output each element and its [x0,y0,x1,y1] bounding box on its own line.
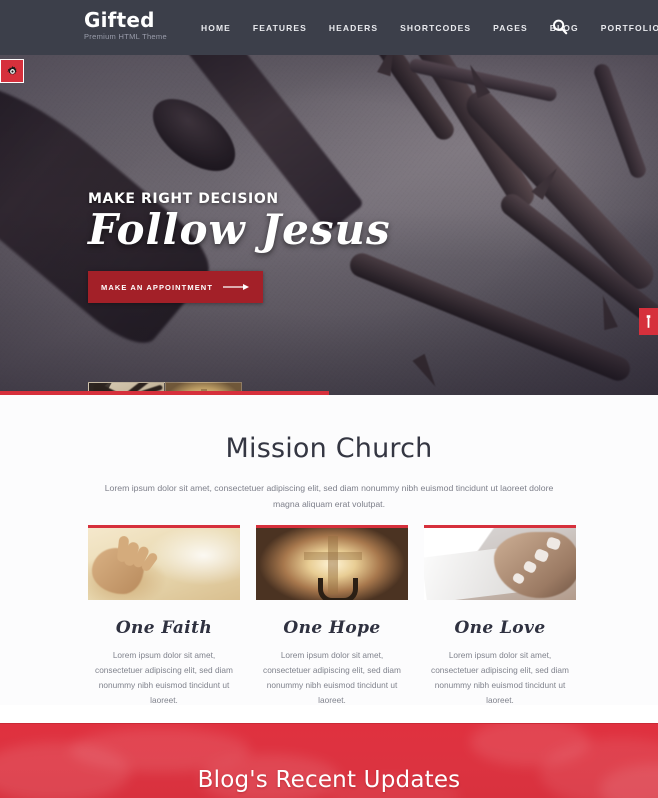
feature-card-title: One Hope [283,618,381,638]
feature-card-title: One Love [454,618,546,638]
reaching-hands-image [88,525,240,600]
nav-item-portfolio[interactable]: PORTFOLIO [590,23,658,33]
hero-caption: MAKE RIGHT DECISION Follow Jesus MAKE AN… [88,191,391,303]
make-appointment-button[interactable]: MAKE AN APPOINTMENT [88,271,264,303]
feature-card-text: Lorem ipsum dolor sit amet, consectetuer… [431,650,569,705]
cart-icon [646,315,651,328]
hero-slider[interactable]: MAKE RIGHT DECISION Follow Jesus MAKE AN… [0,55,658,395]
nav-item-headers[interactable]: HEADERS [318,23,389,33]
mission-section: Mission Church Lorem ipsum dolor sit ame… [0,395,658,705]
feature-card[interactable]: One Love Lorem ipsum dolor sit amet, con… [424,525,576,708]
nav-item-pages[interactable]: PAGES [482,23,539,33]
arrow-right-icon [223,278,250,296]
nav-item-features[interactable]: FEATURES [242,23,318,33]
feature-card[interactable]: One Hope Lorem ipsum dolor sit amet, con… [256,525,408,708]
feature-card-list: One Faith Lorem ipsum dolor sit amet, co… [88,525,576,708]
feature-card-title: One Faith [115,618,213,638]
section-title: Mission Church [225,433,433,464]
logo-title: Gifted [84,8,155,32]
gear-icon [6,65,17,75]
search-icon[interactable] [551,18,569,36]
blog-updates-banner: Blog's Recent Updates [0,723,658,798]
site-logo[interactable]: Gifted Premium HTML Theme [84,9,167,41]
praying-hands-bible-image [424,525,576,600]
main-navigation: HOME FEATURES HEADERS SHORTCODES PAGES B… [190,0,658,55]
nav-item-shortcodes[interactable]: SHORTCODES [389,23,482,33]
slider-progress-bar [0,391,329,395]
make-appointment-label: MAKE AN APPOINTMENT [101,282,214,292]
page-root: Gifted Premium HTML Theme HOME FEATURES … [0,0,658,798]
nav-item-home[interactable]: HOME [190,23,242,33]
feature-card-text: Lorem ipsum dolor sit amet, consectetuer… [95,650,233,705]
logo-subtitle: Premium HTML Theme [84,32,167,41]
cross-silhouette-image [256,525,408,600]
side-cart-tab[interactable] [639,308,658,335]
theme-settings-button[interactable] [0,59,24,83]
hero-title: Follow Jesus [88,205,391,254]
blog-banner-title: Blog's Recent Updates [197,767,461,793]
feature-card-text: Lorem ipsum dolor sit amet, consectetuer… [263,650,401,705]
feature-card[interactable]: One Faith Lorem ipsum dolor sit amet, co… [88,525,240,708]
site-header: Gifted Premium HTML Theme HOME FEATURES … [0,0,658,55]
section-subtitle: Lorem ipsum dolor sit amet, consectetuer… [104,483,554,509]
